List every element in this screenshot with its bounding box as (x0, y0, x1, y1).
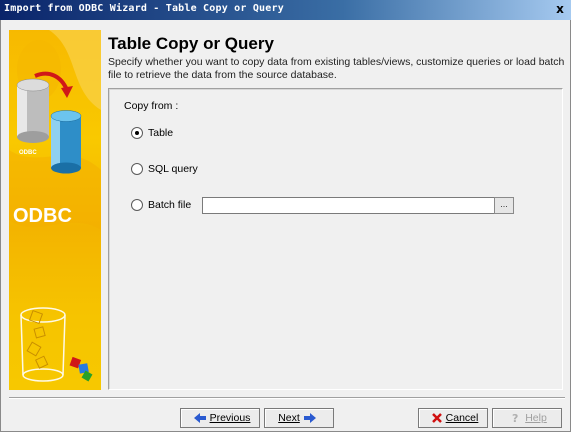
copy-from-label: Copy from : (124, 100, 179, 112)
red-x-icon (431, 413, 442, 423)
next-button[interactable]: Next (264, 408, 334, 428)
radio-sql-query-button[interactable] (131, 163, 143, 175)
colored-cubes-icon (69, 356, 93, 382)
radio-batch-file-button[interactable] (131, 199, 143, 211)
wizard-banner: ODBC ODBC (9, 30, 101, 390)
next-label: Next (278, 412, 300, 424)
radio-batch-file[interactable]: Batch file (131, 198, 191, 212)
page-title: Table Copy or Query (108, 34, 274, 53)
radio-table[interactable]: Table (131, 126, 173, 140)
question-mark-icon: ? (512, 412, 518, 424)
database-blue-icon (50, 110, 82, 174)
svg-text:?: ? (512, 412, 518, 424)
batch-file-input[interactable] (202, 197, 498, 214)
cancel-label: Cancel (445, 412, 479, 424)
radio-sql-query-label: SQL query (148, 163, 198, 175)
page-description: Specify whether you want to copy data fr… (108, 56, 565, 81)
radio-table-button[interactable] (131, 127, 143, 139)
arrow-left-icon (193, 413, 206, 423)
database-gray-icon (16, 78, 50, 143)
help-button[interactable]: ? Help (492, 408, 562, 428)
content-panel (108, 88, 563, 390)
basket-icon (20, 307, 66, 382)
radio-sql-query[interactable]: SQL query (131, 162, 198, 176)
previous-button[interactable]: Previous (180, 408, 260, 428)
close-icon[interactable]: x (552, 2, 568, 17)
window-title: Import from ODBC Wizard - Table Copy or … (4, 3, 284, 14)
arrow-right-icon (303, 413, 316, 423)
previous-label: Previous (209, 412, 251, 424)
footer-separator (9, 397, 565, 399)
help-label: Help (525, 412, 547, 424)
banner-logo: ODBC (13, 205, 72, 227)
banner-artwork: ODBC ODBC (9, 30, 101, 382)
radio-batch-file-label: Batch file (148, 199, 192, 211)
banner-small-label: ODBC (19, 150, 37, 156)
radio-table-label: Table (148, 127, 174, 139)
title-bar: Import from ODBC Wizard - Table Copy or … (0, 0, 571, 20)
cancel-button[interactable]: Cancel (418, 408, 488, 428)
browse-button[interactable]: ... (494, 197, 514, 214)
